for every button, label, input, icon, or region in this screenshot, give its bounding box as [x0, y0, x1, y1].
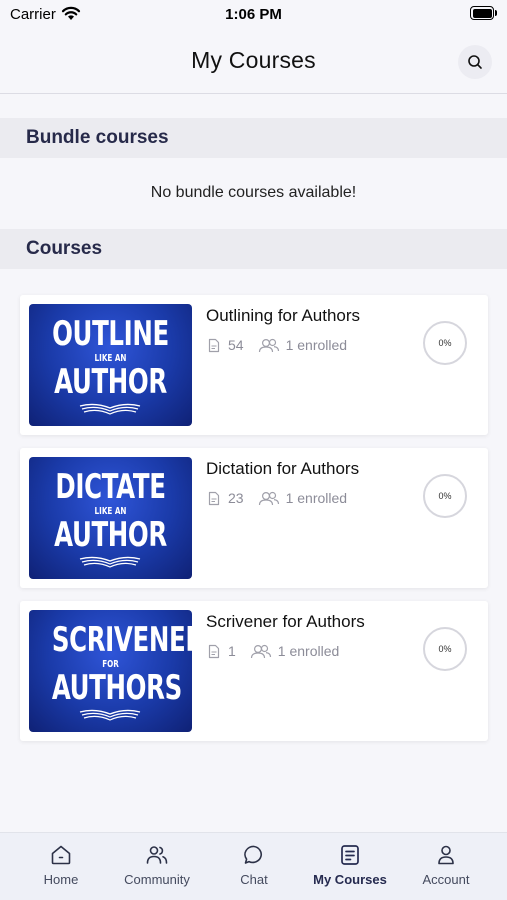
enrolled-count: 1 enrolled	[277, 643, 340, 659]
course-meta: 54 1 enrolled	[208, 337, 347, 353]
account-icon	[438, 845, 454, 865]
empty-bundle-message: No bundle courses available!	[150, 184, 357, 201]
course-card-outlining[interactable]: OUTLINE LIKE AN AUTHOR Outlining for Aut…	[20, 295, 488, 435]
open-book-icon	[79, 709, 141, 721]
lessons-icon	[208, 338, 220, 352]
courses-header: Courses	[0, 229, 507, 269]
tab-bar: Home Community Chat My Courses Account	[0, 832, 507, 900]
tab-chat[interactable]: Chat	[204, 833, 304, 900]
open-book-icon	[79, 403, 141, 415]
course-meta: 1 1 enrolled	[208, 643, 339, 659]
course-thumbnail: DICTATE LIKE AN AUTHOR	[29, 457, 192, 579]
lesson-count: 54	[228, 337, 244, 353]
thumb-title-bottom: AUTHORS	[51, 668, 182, 708]
tab-community[interactable]: Community	[107, 833, 207, 900]
course-title: Outlining for Authors	[206, 306, 361, 325]
course-card-scrivener[interactable]: SCRIVENER FOR AUTHORS Scrivener for Auth…	[20, 601, 488, 741]
course-title: Scrivener for Authors	[206, 612, 365, 631]
bundle-courses-title: Bundle courses	[26, 127, 169, 148]
course-card-dictation[interactable]: DICTATE LIKE AN AUTHOR Dictation for Aut…	[20, 448, 488, 588]
thumb-title-top: DICTATE	[55, 467, 166, 507]
tab-home[interactable]: Home	[11, 833, 111, 900]
course-title: Dictation for Authors	[206, 459, 360, 478]
thumb-title-bottom: AUTHOR	[54, 362, 167, 402]
tab-my-courses-label: My Courses	[313, 872, 387, 887]
lesson-count: 23	[228, 490, 244, 506]
lessons-icon	[208, 644, 220, 658]
courses-title: Courses	[26, 238, 103, 259]
tab-home-label: Home	[43, 872, 79, 887]
course-meta: 23 1 enrolled	[208, 490, 347, 506]
users-icon	[250, 644, 271, 658]
status-bar: Carrier 1:06 PM	[0, 0, 507, 30]
nav-header: My Courses	[0, 30, 507, 94]
progress-ring: 0%	[423, 627, 467, 671]
open-book-icon	[79, 556, 141, 568]
search-button[interactable]	[458, 45, 492, 79]
tab-community-label: Community	[124, 872, 190, 887]
tab-my-courses[interactable]: My Courses	[300, 833, 400, 900]
search-icon	[468, 55, 482, 69]
progress-ring: 0%	[423, 474, 467, 518]
home-icon	[51, 845, 71, 865]
users-icon	[258, 338, 279, 352]
battery-icon	[470, 6, 497, 20]
course-thumbnail: OUTLINE LIKE AN AUTHOR	[29, 304, 192, 426]
tab-account[interactable]: Account	[396, 833, 496, 900]
users-icon	[258, 491, 279, 505]
enrolled-count: 1 enrolled	[285, 337, 348, 353]
thumb-title-bottom: AUTHOR	[54, 515, 167, 555]
page-title: My Courses	[191, 47, 316, 73]
tab-chat-label: Chat	[240, 872, 268, 887]
lesson-count: 1	[228, 643, 236, 659]
progress-ring: 0%	[423, 321, 467, 365]
course-thumbnail: SCRIVENER FOR AUTHORS	[29, 610, 192, 732]
chat-icon	[244, 845, 262, 864]
tab-account-label: Account	[422, 872, 470, 887]
my-courses-icon	[341, 845, 359, 865]
community-icon	[146, 846, 168, 864]
enrolled-count: 1 enrolled	[285, 490, 348, 506]
status-time: 1:06 PM	[225, 6, 282, 23]
thumb-title-top: SCRIVENER	[51, 620, 192, 660]
lessons-icon	[208, 491, 220, 505]
thumb-title-top: OUTLINE	[52, 314, 169, 354]
bundle-courses-header: Bundle courses	[0, 118, 507, 158]
